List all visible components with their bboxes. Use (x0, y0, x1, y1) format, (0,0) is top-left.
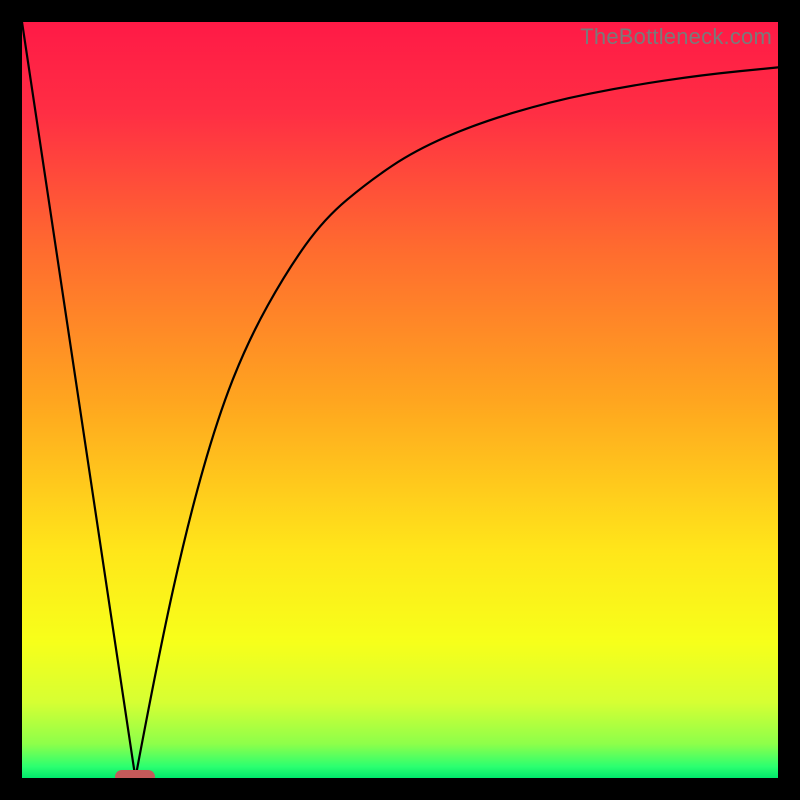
plot-area: TheBottleneck.com (22, 22, 778, 778)
watermark-text: TheBottleneck.com (580, 24, 772, 50)
chart-frame: TheBottleneck.com (0, 0, 800, 800)
minimum-marker (115, 770, 155, 778)
bottleneck-curve (22, 22, 778, 778)
